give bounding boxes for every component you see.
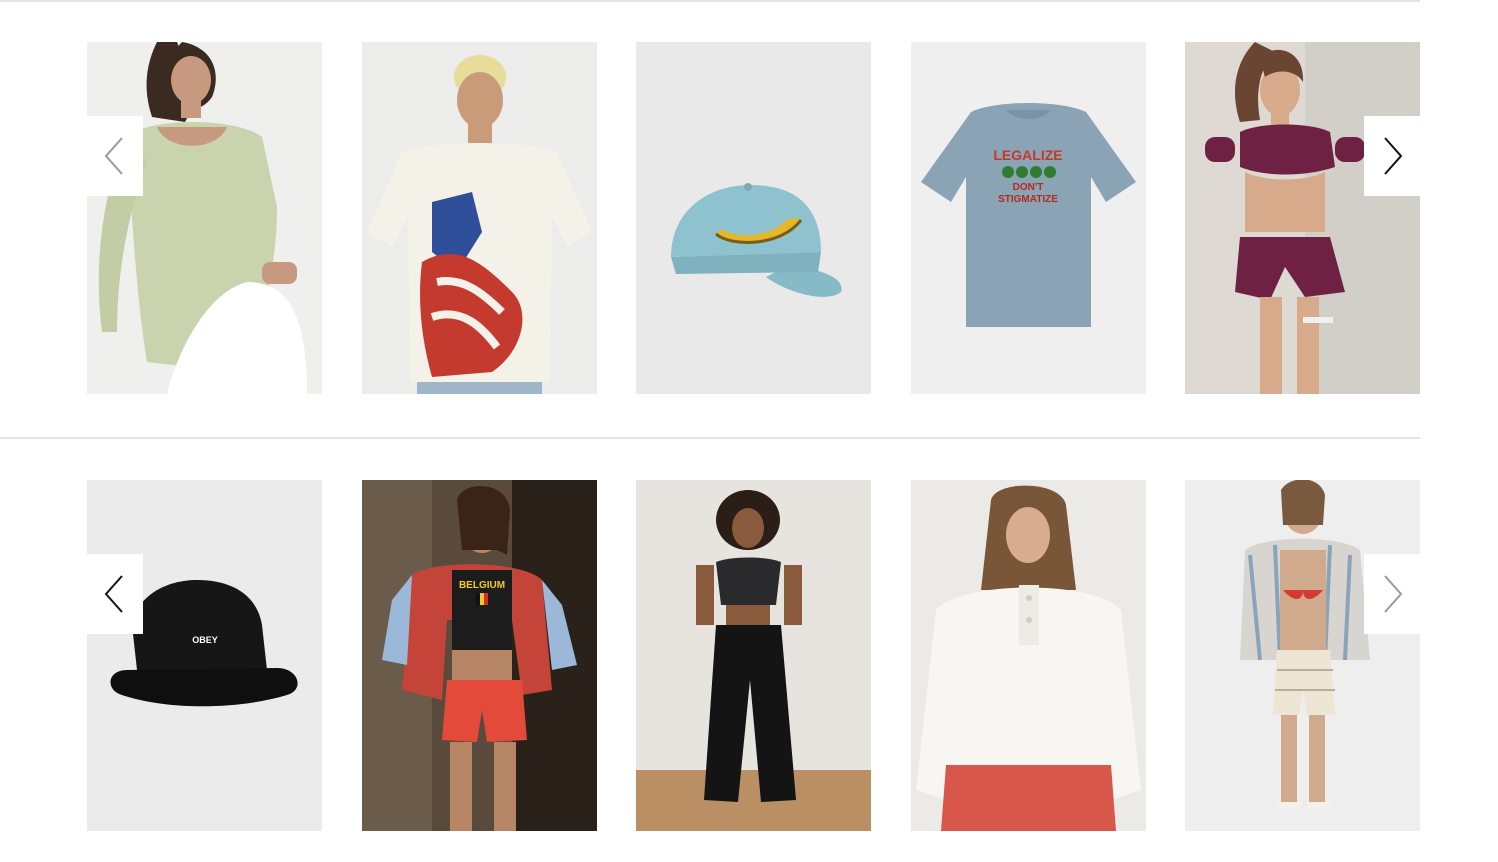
- carousel-track: OBEY BELGIUM: [87, 480, 1420, 831]
- product-image: [636, 480, 871, 831]
- product-card[interactable]: [1185, 42, 1420, 394]
- carousel-next-button[interactable]: [1364, 116, 1420, 196]
- chevron-left-icon: [104, 137, 123, 175]
- product-card[interactable]: LEGALIZE DON'T STIGMATIZE: [911, 42, 1146, 394]
- product-recommendations: LEGALIZE DON'T STIGMATIZE OBEY BELGIUM: [0, 0, 1498, 862]
- product-card[interactable]: [636, 42, 871, 394]
- product-image: OBEY: [87, 480, 322, 831]
- product-card[interactable]: BELGIUM: [362, 480, 597, 831]
- product-image: [362, 42, 597, 394]
- product-carousel: OBEY BELGIUM: [87, 480, 1420, 831]
- chevron-right-icon: [1384, 137, 1403, 175]
- carousel-prev-button[interactable]: [87, 116, 143, 196]
- section-divider: [0, 0, 1420, 2]
- product-image: LEGALIZE DON'T STIGMATIZE: [911, 42, 1146, 394]
- carousel-track: LEGALIZE DON'T STIGMATIZE: [87, 42, 1420, 394]
- product-image: [911, 480, 1146, 831]
- product-card[interactable]: OBEY: [87, 480, 322, 831]
- product-image: BELGIUM: [362, 480, 597, 831]
- section-divider: [0, 437, 1420, 439]
- product-card[interactable]: [362, 42, 597, 394]
- product-card[interactable]: [1185, 480, 1420, 831]
- product-image: [636, 42, 871, 394]
- product-card[interactable]: [87, 42, 322, 394]
- carousel-next-button[interactable]: [1364, 554, 1420, 634]
- product-image: [1185, 480, 1420, 831]
- print-text: STIGMATIZE: [998, 194, 1058, 205]
- chevron-right-icon: [1384, 575, 1403, 613]
- print-text: LEGALIZE: [993, 147, 1062, 163]
- product-carousel: LEGALIZE DON'T STIGMATIZE: [87, 42, 1420, 394]
- product-card[interactable]: [636, 480, 871, 831]
- chevron-left-icon: [104, 575, 123, 613]
- print-text: DON'T: [1013, 182, 1044, 193]
- carousel-prev-button[interactable]: [87, 554, 143, 634]
- print-text: BELGIUM: [459, 580, 505, 591]
- product-image: [87, 42, 322, 394]
- product-image: [1185, 42, 1420, 394]
- product-card[interactable]: [911, 480, 1146, 831]
- print-text: OBEY: [192, 635, 218, 645]
